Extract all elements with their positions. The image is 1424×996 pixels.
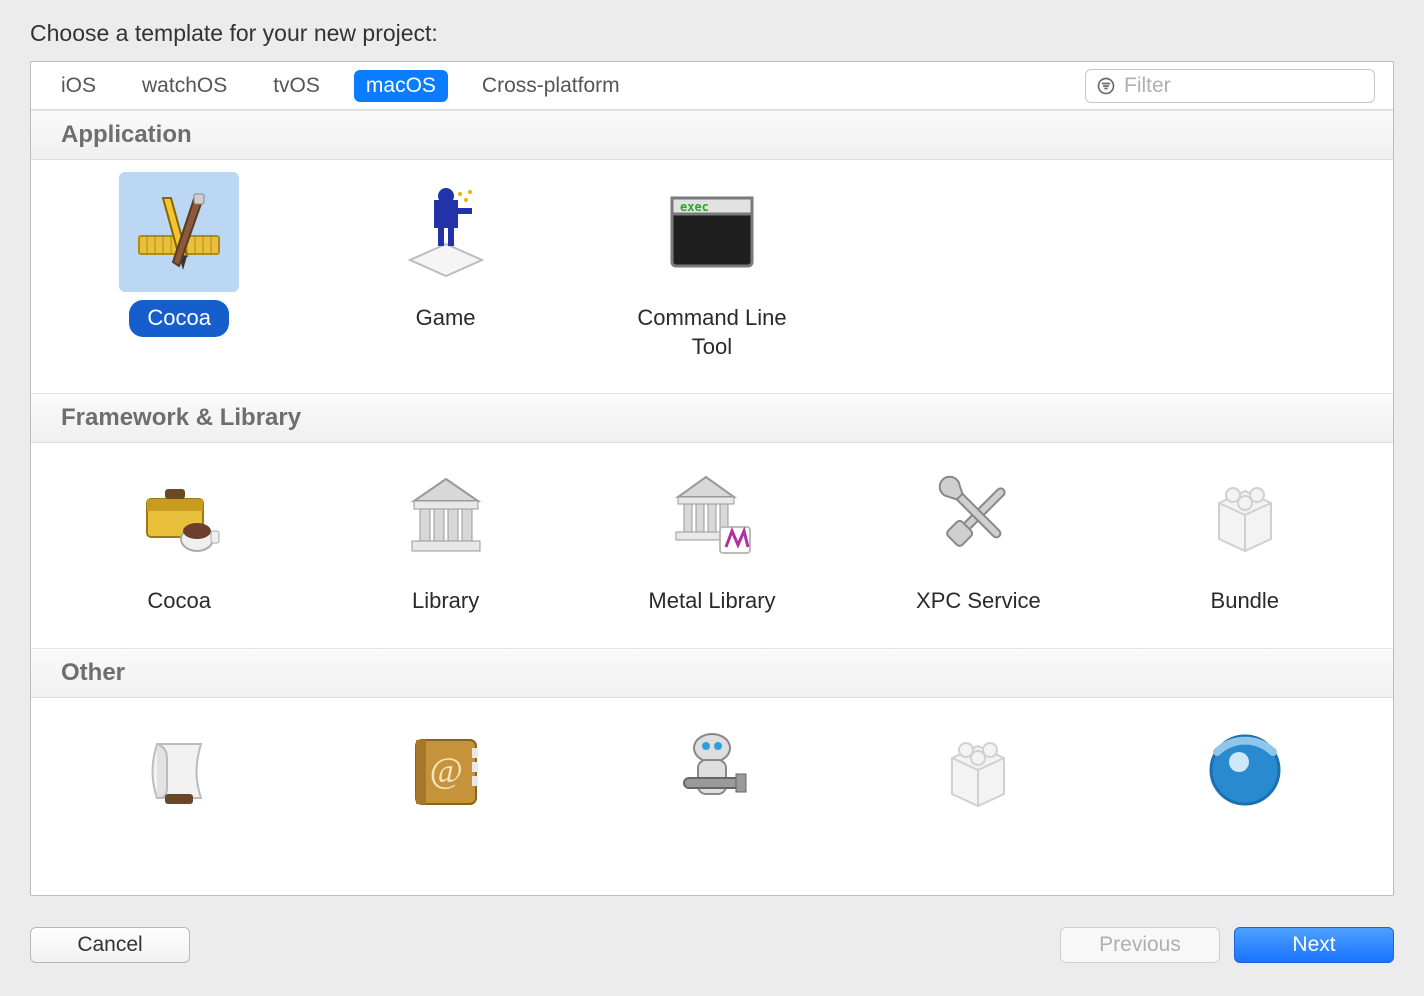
filter-input[interactable] [1124,74,1394,98]
terminal-icon: exec [652,172,772,292]
previous-button: Previous [1060,927,1220,963]
template-label: XPC Service [898,583,1059,620]
svg-text:@: @ [429,750,462,790]
template-panel: iOS watchOS tvOS macOS Cross-platform Ap… [30,61,1394,896]
tab-watchos[interactable]: watchOS [130,70,239,102]
template-label: Command Line Tool [597,300,827,365]
tab-cross-platform[interactable]: Cross-platform [470,70,632,102]
platform-tabbar: iOS watchOS tvOS macOS Cross-platform [31,62,1393,110]
template-label: Cocoa [129,583,229,620]
template-label: Library [394,583,497,620]
template-label: Metal Library [630,583,793,620]
template-bundle[interactable]: Bundle [1117,455,1373,620]
cancel-button[interactable]: Cancel [30,927,190,963]
game-icon [386,172,506,292]
template-other-bundle[interactable] [850,710,1106,838]
toolbox-icon [119,455,239,575]
bundle-icon [1185,455,1305,575]
section-header-framework: Framework & Library [31,393,1393,443]
template-game[interactable]: Game [317,172,573,365]
app-cocoa-icon [119,172,239,292]
section-header-other: Other [31,648,1393,698]
template-other-sphere[interactable] [1117,710,1373,838]
library-icon [386,455,506,575]
automator-icon [652,710,772,830]
template-grid-framework: Cocoa Library [31,443,1393,648]
tab-tvos[interactable]: tvOS [261,70,332,102]
filter-icon [1096,76,1116,96]
template-other-automator[interactable] [584,710,840,838]
dialog-title: Choose a template for your new project: [30,20,1394,47]
address-book-icon: @ [386,710,506,830]
template-metal-library[interactable]: Metal Library [584,455,840,620]
template-label: Game [398,300,494,337]
metal-library-icon [652,455,772,575]
svg-text:exec: exec [680,200,709,214]
template-label: Bundle [1193,583,1298,620]
filter-field[interactable] [1085,69,1375,103]
new-project-dialog: Choose a template for your new project: … [0,0,1424,996]
template-cocoa-app[interactable]: Cocoa [51,172,307,365]
template-grid-other: @ [31,698,1393,848]
next-button[interactable]: Next [1234,927,1394,963]
template-other-addressbook[interactable]: @ [317,710,573,838]
section-header-application: Application [31,110,1393,160]
template-library[interactable]: Library [317,455,573,620]
template-xpc-service[interactable]: XPC Service [850,455,1106,620]
tools-icon [918,455,1038,575]
template-other-script[interactable] [51,710,307,838]
script-icon [119,710,239,830]
template-command-line-tool[interactable]: exec Command Line Tool [584,172,840,365]
dialog-footer: Cancel Previous Next [30,896,1394,966]
tab-macos[interactable]: macOS [354,70,448,102]
sphere-icon [1185,710,1305,830]
template-label: Cocoa [129,300,229,337]
tab-ios[interactable]: iOS [49,70,108,102]
template-grid-application: Cocoa Game [31,160,1393,393]
template-cocoa-framework[interactable]: Cocoa [51,455,307,620]
bundle-icon [918,710,1038,830]
